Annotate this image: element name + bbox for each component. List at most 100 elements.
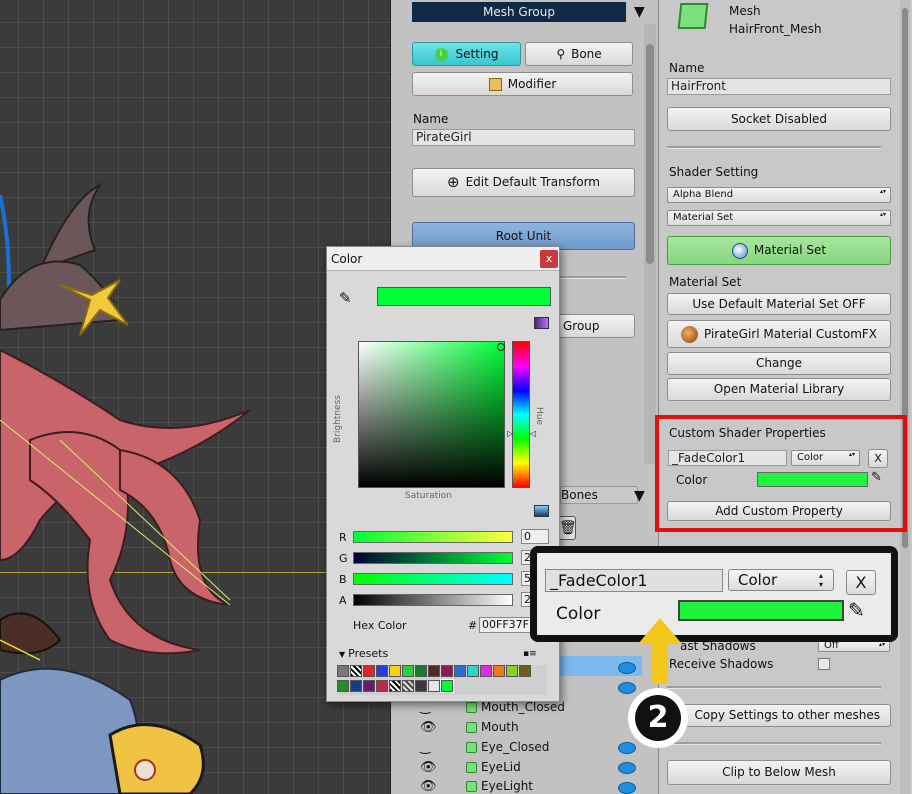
name-label: Name bbox=[413, 112, 449, 126]
mesh-icon bbox=[677, 3, 709, 29]
mesh-group-name-field[interactable]: PirateGirl bbox=[412, 129, 635, 146]
eyedropper-icon[interactable]: ✎ bbox=[339, 289, 352, 307]
callout-property-name-field: _FadeColor1 bbox=[545, 569, 723, 592]
b-slider[interactable] bbox=[353, 573, 513, 585]
callout-remove-button: X bbox=[846, 570, 876, 595]
chevron-down-icon[interactable]: ▼ bbox=[634, 488, 645, 504]
mid-scrollbar-thumb[interactable] bbox=[646, 44, 654, 264]
chevron-down-icon[interactable]: ▼ bbox=[634, 4, 645, 20]
hue-slider[interactable] bbox=[512, 341, 530, 488]
preset-swatch[interactable] bbox=[467, 665, 479, 677]
layer-item[interactable]: Eye_Closed bbox=[466, 740, 549, 754]
preset-swatch[interactable] bbox=[337, 680, 349, 692]
color-window-title[interactable]: Color bbox=[327, 247, 559, 271]
close-button[interactable]: x bbox=[540, 250, 558, 268]
layer-item[interactable]: EyeLight bbox=[466, 779, 533, 793]
material-set-button[interactable]: Material Set bbox=[667, 236, 891, 265]
step-number: 2 bbox=[635, 695, 681, 741]
step-badge: 2 bbox=[630, 690, 686, 746]
mesh-icon bbox=[466, 762, 477, 773]
r-slider[interactable] bbox=[353, 531, 513, 543]
preset-swatch[interactable] bbox=[350, 665, 362, 677]
info-icon: i bbox=[434, 48, 448, 61]
a-slider[interactable] bbox=[353, 594, 513, 606]
preset-swatch[interactable] bbox=[389, 665, 401, 677]
preset-swatch-selected[interactable] bbox=[440, 679, 454, 693]
shader-setting-label: Shader Setting bbox=[669, 165, 759, 179]
right-scrollbar-track[interactable] bbox=[900, 0, 910, 794]
mesh-name-field[interactable]: HairFront bbox=[667, 78, 891, 95]
open-material-library-button[interactable]: Open Material Library bbox=[667, 378, 891, 401]
eye-icon[interactable]: 👁 bbox=[420, 779, 438, 794]
preset-swatch[interactable] bbox=[389, 680, 401, 692]
hex-color-label: Hex Color bbox=[353, 619, 407, 632]
visibility-closed-icon[interactable]: ‿ bbox=[420, 740, 438, 755]
preset-swatch[interactable] bbox=[441, 665, 453, 677]
layer-item[interactable]: Mouth bbox=[466, 720, 519, 734]
saturation-brightness-field[interactable] bbox=[358, 341, 505, 488]
material-set-label: Material Set bbox=[669, 275, 742, 289]
g-slider[interactable] bbox=[353, 552, 513, 564]
preset-swatch[interactable] bbox=[428, 665, 440, 677]
preset-swatch[interactable] bbox=[454, 665, 466, 677]
preset-swatch[interactable] bbox=[363, 665, 375, 677]
copy-settings-button[interactable]: Copy Settings to other meshes bbox=[667, 704, 891, 727]
mid-scrollbar-track[interactable] bbox=[644, 24, 656, 464]
color-mode-icon[interactable] bbox=[534, 317, 549, 329]
preset-swatch[interactable] bbox=[402, 680, 414, 692]
preset-swatch[interactable] bbox=[350, 680, 362, 692]
color-picker-window[interactable]: Color x ✎ Brightness Saturation ▷ ◁ Hue … bbox=[326, 246, 560, 702]
modifier-button[interactable]: Modifier bbox=[412, 72, 633, 96]
eye-icon[interactable]: 👁 bbox=[420, 720, 438, 735]
mesh-group-header[interactable]: Mesh Group bbox=[412, 2, 626, 22]
preset-swatch[interactable] bbox=[493, 665, 505, 677]
presets-header[interactable]: ▼ Presets bbox=[339, 647, 388, 660]
eye-icon[interactable]: 👁 bbox=[420, 760, 438, 775]
preset-swatch[interactable] bbox=[506, 665, 518, 677]
preset-swatch[interactable] bbox=[402, 665, 414, 677]
slider-mode-icon[interactable] bbox=[534, 505, 549, 517]
blend-mode-dropdown[interactable]: Alpha Blend bbox=[667, 187, 891, 203]
mesh-icon bbox=[466, 742, 477, 753]
blue-eye-icon[interactable] bbox=[618, 762, 636, 774]
custom-fx-button[interactable]: PirateGirl Material CustomFX bbox=[667, 320, 891, 348]
use-default-material-button[interactable]: Use Default Material Set OFF bbox=[667, 293, 891, 315]
bones-dropdown[interactable]: Bones bbox=[560, 486, 638, 504]
change-button[interactable]: Change bbox=[667, 352, 891, 375]
layer-item[interactable]: EyeLid bbox=[466, 760, 521, 774]
name-label: Name bbox=[669, 61, 705, 75]
sv-cursor[interactable] bbox=[497, 343, 505, 351]
callout-arrow bbox=[638, 618, 682, 684]
receive-shadows-checkbox[interactable] bbox=[818, 658, 830, 670]
tab-bone[interactable]: ⚲ Bone bbox=[525, 42, 633, 66]
preset-swatch[interactable] bbox=[376, 680, 388, 692]
mesh-icon bbox=[466, 781, 477, 792]
blue-eye-icon[interactable] bbox=[618, 782, 636, 794]
r-label: R bbox=[339, 531, 347, 544]
presets-menu-icon[interactable]: ▪≡ bbox=[523, 649, 537, 659]
blue-eye-icon[interactable] bbox=[618, 742, 636, 754]
preset-swatch[interactable] bbox=[428, 680, 440, 692]
tab-setting[interactable]: i Setting bbox=[412, 42, 521, 66]
hash-label: # bbox=[468, 619, 478, 632]
a-label: A bbox=[339, 594, 347, 607]
preset-swatch[interactable] bbox=[415, 665, 427, 677]
clip-to-below-mesh-button[interactable]: Clip to Below Mesh bbox=[667, 760, 891, 785]
preset-swatch[interactable] bbox=[415, 680, 427, 692]
mesh-name-label: HairFront_Mesh bbox=[729, 22, 822, 36]
preset-swatch[interactable] bbox=[519, 665, 531, 677]
r-value[interactable]: 0 bbox=[521, 529, 549, 544]
zoom-callout: _FadeColor1 Color ▴▾ X Color ✎ bbox=[530, 546, 898, 642]
separator bbox=[667, 686, 881, 689]
preset-swatch[interactable] bbox=[363, 680, 375, 692]
material-set-dropdown[interactable]: Material Set bbox=[667, 210, 891, 226]
preset-swatch[interactable] bbox=[480, 665, 492, 677]
trash-icon[interactable]: 🗑 bbox=[558, 516, 577, 540]
bone-icon: ⚲ bbox=[556, 47, 566, 61]
preset-swatch[interactable] bbox=[337, 665, 349, 677]
preset-swatch[interactable] bbox=[376, 665, 388, 677]
edit-default-transform-button[interactable]: ⊕ Edit Default Transform bbox=[412, 168, 635, 197]
socket-disabled-button[interactable]: Socket Disabled bbox=[667, 107, 891, 131]
visibility-closed-icon[interactable]: ‿ bbox=[420, 700, 438, 715]
layer-item[interactable]: Mouth_Closed bbox=[466, 700, 565, 714]
